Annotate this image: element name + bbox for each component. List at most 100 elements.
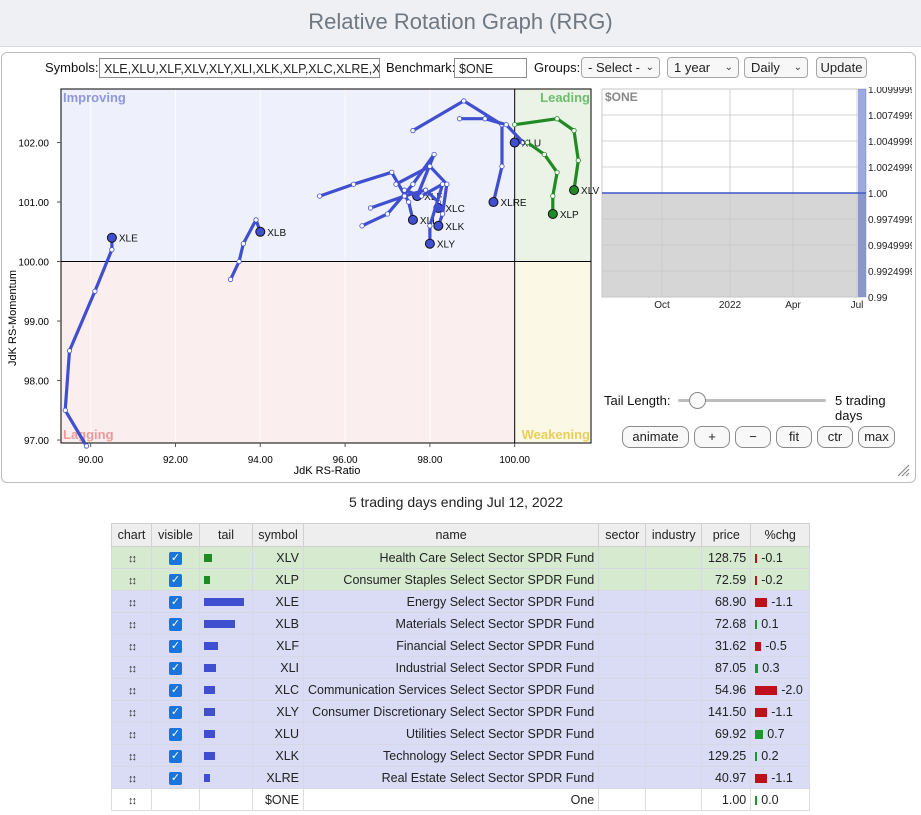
chart-cell[interactable]: ↕↕ <box>111 788 152 811</box>
symbol-cell: XLE <box>252 590 304 613</box>
chart-cell[interactable]: ↕↕ <box>111 656 152 679</box>
tail-point <box>83 443 90 449</box>
visible-checkbox[interactable]: ✓ <box>169 771 182 785</box>
visible-checkbox[interactable]: ✓ <box>169 683 182 697</box>
column-header-symbol[interactable]: symbol <box>252 523 304 547</box>
visible-checkbox[interactable]: ✓ <box>169 617 182 631</box>
visible-cell[interactable]: ✓ <box>151 744 200 767</box>
visible-checkbox[interactable]: ✓ <box>169 551 182 565</box>
chart-icon[interactable]: ↕↕ <box>128 795 137 807</box>
chart-icon[interactable]: ↕↕ <box>128 575 137 587</box>
chart-cell[interactable]: ↕↕ <box>111 590 152 613</box>
column-header-industry[interactable]: industry <box>645 523 703 547</box>
table-row[interactable]: ↕↕ ✓ XLV Health Care Select Sector SPDR Fun… <box>111 546 811 569</box>
chart-cell[interactable]: ↕↕ <box>111 568 152 591</box>
chart-icon[interactable]: ↕↕ <box>128 773 137 785</box>
chart-cell[interactable]: ↕↕ <box>111 612 152 635</box>
visible-checkbox[interactable]: ✓ <box>169 705 182 719</box>
visible-cell[interactable]: ✓ <box>151 766 200 789</box>
visible-cell[interactable]: ✓ <box>151 568 200 591</box>
visible-checkbox[interactable]: ✓ <box>169 661 182 675</box>
visible-checkbox[interactable]: ✓ <box>169 573 182 587</box>
visible-cell[interactable]: ✓ <box>151 612 200 635</box>
chart-icon[interactable]: ↕↕ <box>128 619 137 631</box>
table-row[interactable]: ↕↕ ✓ XLF Financial Select Sector SPDR Fund 3… <box>111 634 811 657</box>
column-header-name[interactable]: name <box>302 523 600 547</box>
center-button[interactable]: ctr <box>817 426 853 448</box>
animate-button[interactable]: animate <box>622 426 689 448</box>
chart-icon[interactable]: ↕↕ <box>128 707 137 719</box>
visible-checkbox[interactable]: ✓ <box>169 639 182 653</box>
visible-cell[interactable]: ✓ <box>151 656 200 679</box>
chart-cell[interactable]: ↕↕ <box>111 700 152 723</box>
chart-cell[interactable]: ↕↕ <box>111 678 152 701</box>
resize-handle-icon[interactable] <box>896 463 910 477</box>
tail-length-bar <box>204 642 218 651</box>
chart-icon[interactable]: ↕↕ <box>128 597 137 609</box>
tail-length-bar <box>204 554 212 563</box>
update-button[interactable]: Update <box>816 57 867 78</box>
industry-cell <box>645 744 703 767</box>
column-header-visible[interactable]: visible <box>151 523 200 547</box>
chart-icon[interactable]: ↕↕ <box>128 553 137 565</box>
visible-cell[interactable] <box>151 788 200 811</box>
visible-cell[interactable]: ✓ <box>151 722 200 745</box>
interval-select[interactable]: Daily ⌄ <box>744 57 808 78</box>
chart-icon[interactable]: ↕↕ <box>128 641 137 653</box>
table-row[interactable]: ↕↕ ✓ XLE Energy Select Sector SPDR Fund 68.9… <box>111 590 811 613</box>
table-row[interactable]: ↕↕ ✓ XLK Technology Select Sector SPDR Fund… <box>111 744 811 767</box>
table-row[interactable]: ↕↕ ✓ XLP Consumer Staples Select Sector SPD… <box>111 568 811 591</box>
visible-cell[interactable]: ✓ <box>151 700 200 723</box>
tail-cell <box>199 568 253 591</box>
column-header-sector[interactable]: sector <box>598 523 647 547</box>
table-row[interactable]: ↕↕ ✓ XLC Communication Services Select Sect… <box>111 678 811 701</box>
benchmark-y-tick-label: 0.9924999 <box>868 267 912 278</box>
chart-cell[interactable]: ↕↕ <box>111 744 152 767</box>
visible-cell[interactable]: ✓ <box>151 590 200 613</box>
zoom-in-button[interactable]: + <box>694 426 730 448</box>
name-cell: Energy Select Sector SPDR Fund <box>302 590 600 613</box>
chart-icon[interactable]: ↕↕ <box>128 729 137 741</box>
name-cell: Consumer Staples Select Sector SPDR Fund <box>302 568 600 591</box>
table-row[interactable]: ↕↕ ✓ XLU Utilities Select Sector SPDR Fund 6… <box>111 722 811 745</box>
visible-checkbox[interactable]: ✓ <box>169 727 182 741</box>
max-button[interactable]: max <box>858 426 895 448</box>
column-header-price[interactable]: price <box>701 523 752 547</box>
tail-length-slider[interactable] <box>678 392 826 409</box>
chart-cell[interactable]: ↕↕ <box>111 766 152 789</box>
table-row[interactable]: ↕↕ ✓ XLB Materials Select Sector SPDR Fund 7… <box>111 612 811 635</box>
name-cell: Real Estate Select Sector SPDR Fund <box>302 766 600 789</box>
table-row[interactable]: ↕↕ ✓ XLY Consumer Discretionary Select Sect… <box>111 700 811 723</box>
tail-point <box>236 258 242 265</box>
fit-button[interactable]: fit <box>776 426 812 448</box>
column-header-tail[interactable]: tail <box>199 523 253 547</box>
visible-checkbox[interactable]: ✓ <box>169 749 182 763</box>
industry-cell <box>645 590 703 613</box>
chart-icon[interactable]: ↕↕ <box>128 663 137 675</box>
chart-icon[interactable]: ↕↕ <box>128 685 137 697</box>
table-row[interactable]: ↕↕ ✓ XLRE Real Estate Select Sector SPDR Fu… <box>111 766 811 789</box>
chart-cell[interactable]: ↕↕ <box>111 722 152 745</box>
visible-cell[interactable]: ✓ <box>151 546 200 569</box>
tail-point <box>401 187 408 193</box>
visible-checkbox[interactable]: ✓ <box>169 595 182 609</box>
column-header-chart[interactable]: chart <box>111 523 152 547</box>
sector-cell <box>598 700 647 723</box>
sector-cell <box>598 546 647 569</box>
tail-length-bar <box>204 620 235 629</box>
price-cell: 87.05 <box>701 656 752 679</box>
tail-symbol-label: XLP <box>560 210 579 221</box>
tail-point <box>571 128 577 134</box>
column-header-pct-change[interactable]: %chg <box>750 523 811 547</box>
chart-icon[interactable]: ↕↕ <box>128 751 137 763</box>
tail-point <box>439 211 446 217</box>
table-row[interactable]: ↕↕ ✓ XLI Industrial Select Sector SPDR Fund… <box>111 656 811 679</box>
period-select[interactable]: 1 year ⌄ <box>667 57 739 78</box>
chart-cell[interactable]: ↕↕ <box>111 634 152 657</box>
zoom-out-button[interactable]: − <box>735 426 771 448</box>
slider-knob[interactable] <box>688 392 706 409</box>
visible-cell[interactable]: ✓ <box>151 678 200 701</box>
chart-cell[interactable]: ↕↕ <box>111 546 152 569</box>
visible-cell[interactable]: ✓ <box>151 634 200 657</box>
table-row[interactable]: ↕↕ $ONE One 1.00 0.0 <box>111 788 811 811</box>
